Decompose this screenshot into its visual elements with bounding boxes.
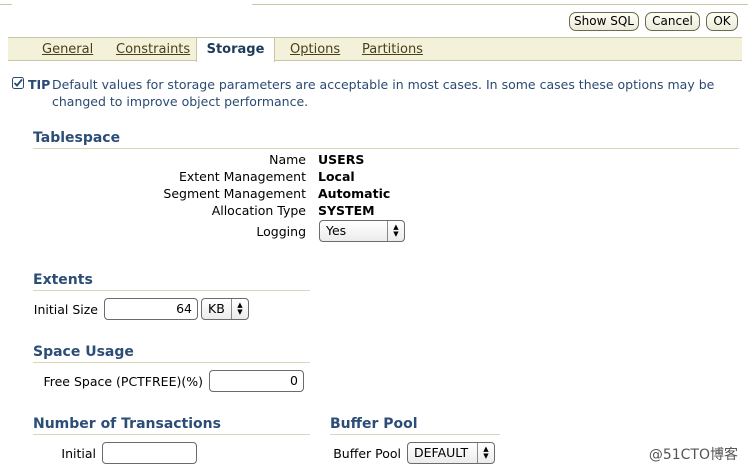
select-arrows-icon: ▲ ▼ — [231, 299, 248, 319]
tip-label: TIP — [28, 77, 51, 92]
tablespace-name-label: Name — [269, 152, 306, 167]
space-usage-header: Space Usage — [33, 344, 310, 363]
free-space-label: Free Space (PCTFREE)(%) — [43, 374, 203, 389]
buffer-pool-select-value: DEFAULT — [414, 445, 469, 460]
initial-size-input[interactable]: 64 — [104, 298, 198, 320]
extents-header: Extents — [33, 272, 310, 291]
select-arrows-icon: ▲ ▼ — [477, 443, 494, 463]
tab-partitions[interactable]: Partitions — [362, 42, 423, 57]
tab-storage[interactable]: Storage — [196, 37, 275, 62]
extent-management-label: Extent Management — [178, 169, 306, 184]
tab-options[interactable]: Options — [290, 42, 340, 57]
tip-text: Default values for storage parameters ar… — [52, 77, 715, 109]
buffer-pool-select[interactable]: DEFAULT ▲ ▼ — [407, 442, 495, 464]
show-sql-button[interactable]: Show SQL — [569, 12, 639, 31]
allocation-type-label: Allocation Type — [211, 203, 306, 218]
logging-select-value: Yes — [326, 223, 347, 238]
extent-management-value: Local — [318, 169, 355, 184]
top-frame-decoration — [0, 0, 748, 6]
tablespace-header: Tablespace — [33, 130, 739, 149]
transactions-initial-input[interactable] — [102, 442, 197, 464]
tab-constraints[interactable]: Constraints — [116, 42, 190, 57]
allocation-type-value: SYSTEM — [318, 203, 375, 218]
transactions-header: Number of Transactions — [33, 416, 310, 435]
segment-management-value: Automatic — [318, 186, 391, 201]
initial-size-unit-select[interactable]: KB ▲ ▼ — [201, 298, 249, 320]
initial-size-label: Initial Size — [33, 302, 98, 317]
transactions-initial-label: Initial — [61, 446, 96, 461]
logging-select[interactable]: Yes ▲ ▼ — [319, 220, 405, 242]
free-space-input[interactable]: 0 — [209, 370, 304, 392]
unit-select-value: KB — [208, 301, 225, 316]
watermark: @51CTO博客 — [648, 447, 738, 463]
buffer-pool-label: Buffer Pool — [333, 446, 401, 461]
logging-label: Logging — [256, 224, 306, 239]
cancel-button[interactable]: Cancel — [645, 12, 700, 31]
ok-button[interactable]: OK — [706, 12, 738, 31]
check-icon — [12, 77, 24, 89]
buffer-pool-header: Buffer Pool — [330, 416, 500, 435]
segment-management-label: Segment Management — [163, 186, 306, 201]
select-arrows-icon: ▲ ▼ — [387, 221, 404, 241]
tablespace-name-value: USERS — [318, 152, 365, 167]
tab-general[interactable]: General — [42, 42, 93, 57]
